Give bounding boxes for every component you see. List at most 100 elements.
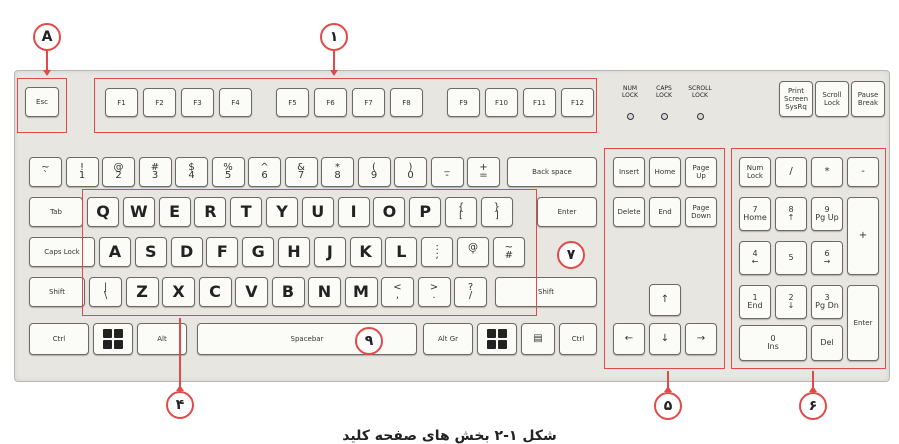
f1-key[interactable]: F1 xyxy=(105,88,138,117)
letter-key[interactable]: W xyxy=(122,197,155,227)
numpad-plus-key[interactable]: + xyxy=(847,197,879,275)
letter-key[interactable]: V xyxy=(235,277,268,307)
letter-key[interactable]: G xyxy=(242,237,275,267)
nav-key[interactable]: Home xyxy=(649,157,681,187)
letter-key[interactable]: T xyxy=(230,197,263,227)
letter-key[interactable]: Q xyxy=(87,197,119,227)
letter-key[interactable]: B xyxy=(271,277,305,307)
digit-key[interactable]: _ - xyxy=(430,157,464,187)
digit-key[interactable]: $ 4 xyxy=(175,157,208,187)
letter-key[interactable]: O xyxy=(373,197,406,227)
f2-key[interactable]: F2 xyxy=(143,88,176,117)
arrow-up-key[interactable]: ↑ xyxy=(649,284,681,316)
tab-key[interactable]: Tab xyxy=(29,197,83,227)
letter-key[interactable]: ~ # xyxy=(492,237,525,267)
f5-key[interactable]: F5 xyxy=(276,88,309,117)
numpad-key[interactable]: 3 Pg Dn xyxy=(811,285,843,319)
digit-key[interactable]: ( 9 xyxy=(357,157,391,187)
digit-key[interactable]: # 3 xyxy=(138,157,172,187)
nav-key[interactable]: Insert xyxy=(613,157,645,187)
letter-key[interactable]: { [ xyxy=(445,197,477,227)
letter-key[interactable]: A xyxy=(99,237,131,267)
numpad-zero-key[interactable]: 0 Ins xyxy=(739,325,807,361)
letter-key[interactable]: S xyxy=(134,237,167,267)
letter-key[interactable]: M xyxy=(344,277,378,307)
spacebar-key[interactable]: Spacebar xyxy=(197,323,417,355)
letter-key[interactable]: E xyxy=(158,197,191,227)
nav-key[interactable]: Delete xyxy=(613,197,645,227)
left-shift-key[interactable]: Shift xyxy=(29,277,85,307)
arrow-right-key[interactable]: → xyxy=(685,323,717,355)
digit-key[interactable]: @ 2 xyxy=(102,157,135,187)
numpad-key[interactable]: 7 Home xyxy=(739,197,771,231)
digit-key[interactable]: * 8 xyxy=(321,157,354,187)
numpad-key[interactable]: 6 → xyxy=(811,241,843,275)
left-windows-key[interactable] xyxy=(93,323,133,355)
arrow-left-key[interactable]: ← xyxy=(613,323,645,355)
arrow-down-key[interactable]: ↓ xyxy=(649,323,681,355)
letter-key[interactable]: < , xyxy=(381,277,414,307)
letter-key[interactable]: Z xyxy=(125,277,159,307)
letter-key[interactable]: : ; xyxy=(421,237,454,267)
letter-key[interactable]: F xyxy=(206,237,239,267)
sys-key-2[interactable]: Pause Break xyxy=(851,81,885,117)
numpad-key[interactable]: 2 ↓ xyxy=(775,285,807,319)
f7-key[interactable]: F7 xyxy=(352,88,385,117)
numpad-key[interactable]: 5 xyxy=(775,241,807,275)
letter-key[interactable]: R xyxy=(194,197,227,227)
letter-key[interactable]: X xyxy=(162,277,195,307)
letter-key[interactable]: | \ xyxy=(89,277,122,307)
digit-key[interactable]: % 5 xyxy=(211,157,245,187)
letter-key[interactable]: U xyxy=(301,197,334,227)
right-shift-key[interactable]: Shift xyxy=(495,277,597,307)
letter-key[interactable]: P xyxy=(409,197,442,227)
letter-key[interactable]: H xyxy=(278,237,310,267)
sys-key-0[interactable]: Print Screen SysRq xyxy=(779,81,813,117)
letter-key[interactable]: D xyxy=(170,237,203,267)
digit-key[interactable]: + = xyxy=(467,157,500,187)
esc-key[interactable]: Esc xyxy=(25,87,59,117)
numpad-enter-key[interactable]: Enter xyxy=(847,285,879,361)
digit-key[interactable]: ! 1 xyxy=(65,157,99,187)
left-ctrl-key[interactable]: Ctrl xyxy=(29,323,89,355)
f4-key[interactable]: F4 xyxy=(219,88,252,117)
caps-lock-key[interactable]: Caps Lock xyxy=(29,237,95,267)
right-ctrl-key[interactable]: Ctrl xyxy=(559,323,597,355)
enter-key[interactable]: Enter xyxy=(537,197,597,227)
numpad-del-key[interactable]: Del xyxy=(811,325,843,361)
letter-key[interactable]: Y xyxy=(266,197,298,227)
numpad-key[interactable]: Num Lock xyxy=(739,157,771,187)
alt-gr-key[interactable]: Alt Gr xyxy=(423,323,473,355)
numpad-key[interactable]: - xyxy=(847,157,879,187)
numpad-key[interactable]: 8 ↑ xyxy=(775,197,807,231)
letter-key[interactable]: @ ' xyxy=(457,237,489,267)
f11-key[interactable]: F11 xyxy=(523,88,556,117)
digit-key[interactable]: ~ ` xyxy=(29,157,62,187)
nav-key[interactable]: End xyxy=(649,197,681,227)
menu-key[interactable]: ▤ xyxy=(521,323,555,355)
digit-key[interactable]: & 7 xyxy=(284,157,318,187)
nav-key[interactable]: Page Down xyxy=(685,197,717,227)
nav-key[interactable]: Page Up xyxy=(685,157,717,187)
letter-key[interactable]: J xyxy=(313,237,346,267)
f10-key[interactable]: F10 xyxy=(485,88,518,117)
numpad-key[interactable]: 1 End xyxy=(739,285,771,319)
numpad-key[interactable]: * xyxy=(811,157,843,187)
letter-key[interactable]: L xyxy=(385,237,418,267)
numpad-key[interactable]: 9 Pg Up xyxy=(811,197,843,231)
right-windows-key[interactable] xyxy=(477,323,517,355)
sys-key-1[interactable]: Scroll Lock xyxy=(815,81,849,117)
f9-key[interactable]: F9 xyxy=(447,88,480,117)
letter-key[interactable]: I xyxy=(337,197,370,227)
digit-key[interactable]: ) 0 xyxy=(394,157,427,187)
letter-key[interactable]: C xyxy=(198,277,232,307)
numpad-key[interactable]: 4 ← xyxy=(739,241,771,275)
f6-key[interactable]: F6 xyxy=(314,88,347,117)
letter-key[interactable]: ? / xyxy=(454,277,487,307)
letter-key[interactable]: } ] xyxy=(480,197,513,227)
letter-key[interactable]: K xyxy=(349,237,382,267)
digit-key[interactable]: ^ 6 xyxy=(248,157,281,187)
f8-key[interactable]: F8 xyxy=(390,88,423,117)
letter-key[interactable]: N xyxy=(308,277,341,307)
backspace-key[interactable]: Back space xyxy=(507,157,597,187)
